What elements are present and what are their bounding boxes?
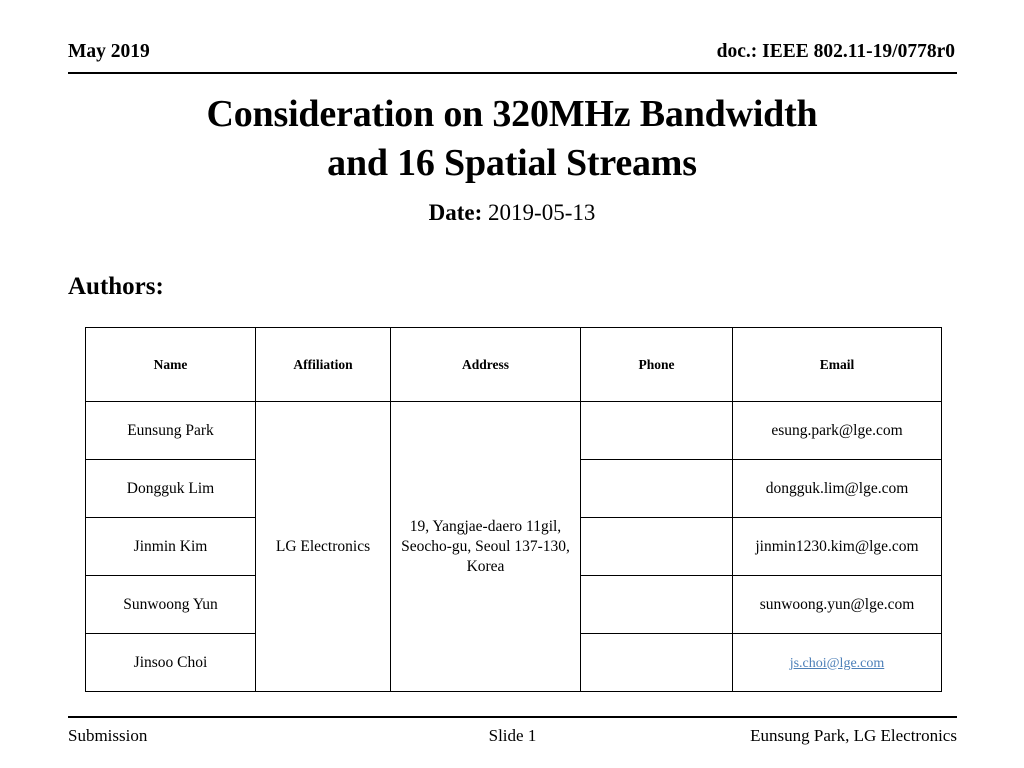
column-header-name: Name bbox=[85, 327, 256, 402]
presentation-date: Date: 2019-05-13 bbox=[62, 199, 962, 227]
table-row: Eunsung Park LG Electronics 19, Yangjae-… bbox=[85, 401, 942, 692]
slide-canvas: May 2019 doc.: IEEE 802.11-19/0778r0 Con… bbox=[0, 0, 1024, 768]
cell-address: 19, Yangjae-daero 11gil, Seocho-gu, Seou… bbox=[390, 401, 581, 692]
table-head: Name Affiliation Address Phone Email bbox=[85, 327, 942, 402]
cell-affiliation: LG Electronics bbox=[255, 401, 391, 692]
column-header-address: Address bbox=[390, 327, 581, 402]
slide-footer: Submission Slide 1 Eunsung Park, LG Elec… bbox=[68, 716, 957, 746]
title-block: Consideration on 320MHz Bandwidth and 16… bbox=[62, 90, 962, 227]
cell-phone bbox=[580, 575, 733, 634]
cell-email: js.choi@lge.com bbox=[732, 633, 942, 692]
cell-email: esung.park@lge.com bbox=[732, 401, 942, 460]
footer-submission-label: Submission bbox=[68, 726, 148, 745]
header-doc-id: doc.: IEEE 802.11-19/0778r0 bbox=[716, 41, 955, 62]
date-label: Date: bbox=[428, 200, 483, 225]
authors-heading: Authors: bbox=[68, 273, 164, 300]
cell-name: Dongguk Lim bbox=[85, 459, 256, 518]
footer-slide-number: Slide 1 bbox=[488, 726, 537, 745]
table-header-row: Name Affiliation Address Phone Email bbox=[85, 327, 942, 402]
slide-header: May 2019 doc.: IEEE 802.11-19/0778r0 bbox=[68, 40, 957, 74]
cell-email: dongguk.lim@lge.com bbox=[732, 459, 942, 518]
cell-email: jinmin1230.kim@lge.com bbox=[732, 517, 942, 576]
header-date: May 2019 bbox=[68, 41, 150, 62]
authors-table: Name Affiliation Address Phone Email Eun… bbox=[85, 327, 942, 692]
page-title: Consideration on 320MHz Bandwidth and 16… bbox=[206, 93, 818, 184]
date-value: 2019-05-13 bbox=[488, 200, 596, 225]
cell-phone bbox=[580, 459, 733, 518]
cell-phone bbox=[580, 401, 733, 460]
cell-name: Eunsung Park bbox=[85, 401, 256, 460]
cell-email: sunwoong.yun@lge.com bbox=[732, 575, 942, 634]
column-header-email: Email bbox=[732, 327, 942, 402]
cell-name: Jinmin Kim bbox=[85, 517, 256, 576]
table-body: Eunsung Park LG Electronics 19, Yangjae-… bbox=[85, 401, 942, 692]
column-header-phone: Phone bbox=[580, 327, 733, 402]
cell-phone bbox=[580, 633, 733, 692]
cell-name: Sunwoong Yun bbox=[85, 575, 256, 634]
cell-phone bbox=[580, 517, 733, 576]
column-header-affiliation: Affiliation bbox=[255, 327, 391, 402]
email-link[interactable]: js.choi@lge.com bbox=[790, 656, 885, 671]
authors-table-container: Name Affiliation Address Phone Email Eun… bbox=[85, 327, 942, 692]
footer-author-credit: Eunsung Park, LG Electronics bbox=[750, 726, 957, 745]
cell-name: Jinsoo Choi bbox=[85, 633, 256, 692]
